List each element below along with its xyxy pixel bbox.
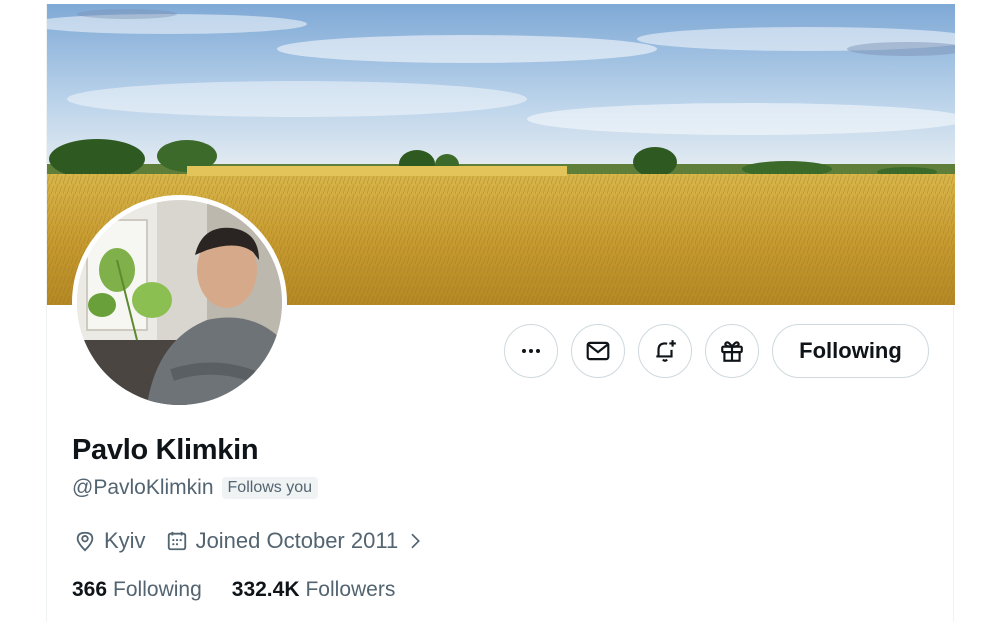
following-count: 366 (72, 578, 108, 601)
handle-row: @PavloKlimkin Follows you (72, 476, 319, 500)
location-item: Kyiv (74, 528, 146, 554)
calendar-icon (167, 531, 186, 551)
joined-item[interactable]: Joined October 2011 (166, 528, 425, 554)
more-button[interactable] (504, 324, 558, 378)
notifications-button[interactable] (638, 324, 692, 378)
follows-you-badge: Follows you (221, 477, 319, 499)
profile-actions: Following (504, 324, 929, 378)
profile-meta: Kyiv Joined October 2011 (74, 528, 424, 554)
profile-avatar[interactable] (72, 195, 287, 410)
joined-text: Joined October 2011 (195, 528, 399, 553)
followers-count: 332.4K (231, 578, 300, 601)
display-name: Pavlo Klimkin (72, 434, 259, 466)
profile-card: Following Pavlo Klimkin @PavloKlimkin Fo… (46, 4, 955, 622)
following-label: Following (113, 578, 202, 601)
profile-stats: 366 Following 332.4K Followers (72, 578, 395, 602)
followers-label: Followers (305, 578, 396, 601)
more-horizontal-icon (522, 349, 540, 353)
avatar-photo (77, 200, 282, 405)
gift-button[interactable] (705, 324, 759, 378)
following-stat-link[interactable]: 366 Following (72, 578, 202, 602)
gift-icon (721, 341, 743, 362)
followers-stat-link[interactable]: 332.4K Followers (232, 578, 396, 602)
bell-plus-icon (656, 340, 676, 362)
location-pin-icon (76, 531, 94, 552)
message-button[interactable] (571, 324, 625, 378)
envelope-icon (586, 341, 610, 361)
location-text: Kyiv (104, 528, 146, 553)
chevron-right-icon (411, 533, 421, 549)
username-handle: @PavloKlimkin (72, 476, 214, 499)
following-button[interactable]: Following (772, 324, 929, 378)
